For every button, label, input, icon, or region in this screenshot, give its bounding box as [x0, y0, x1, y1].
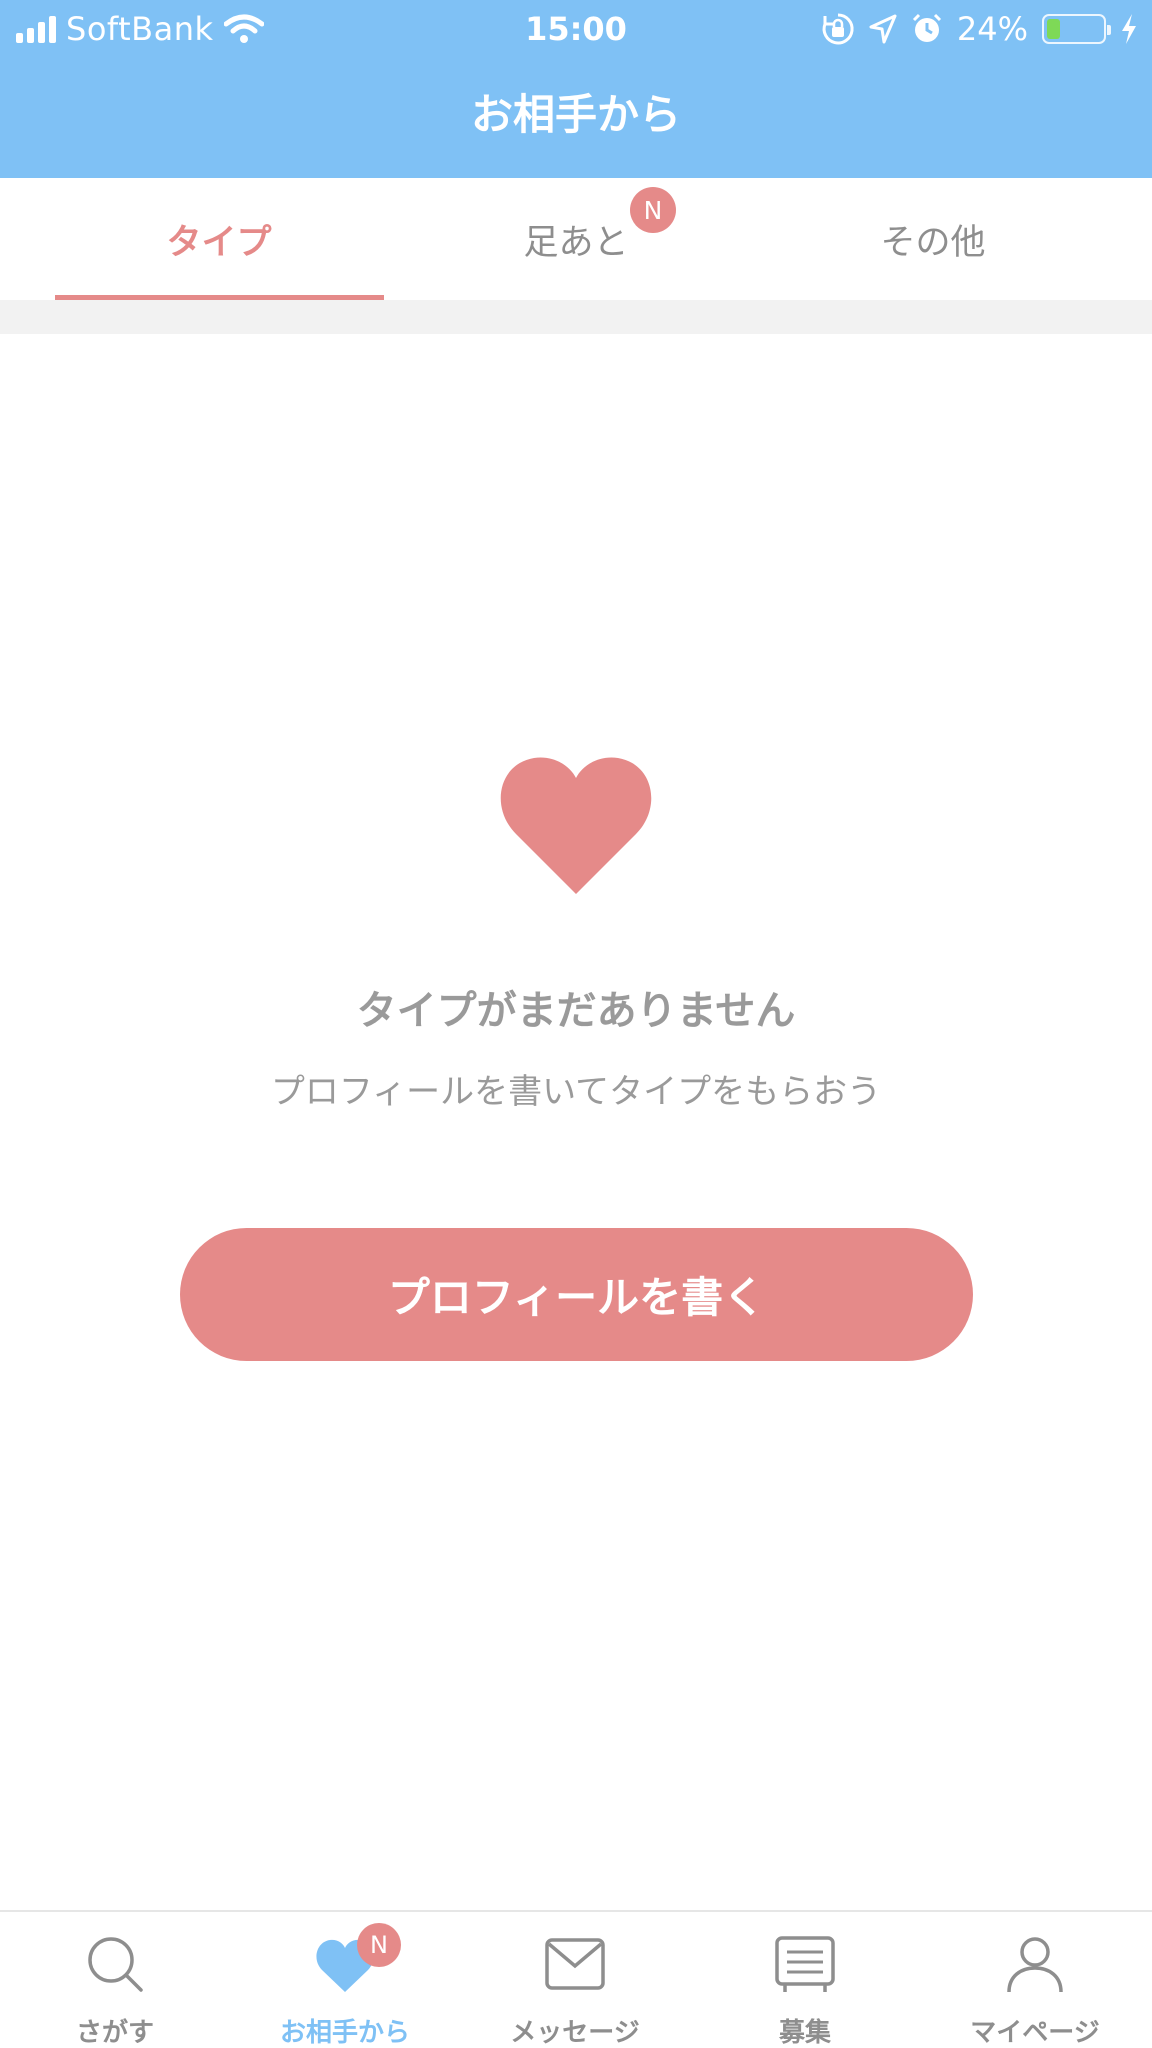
board-icon — [775, 1936, 835, 1992]
person-icon — [1007, 1937, 1063, 1993]
tab-label: タイプ — [166, 222, 272, 263]
new-badge: N — [357, 1923, 401, 1967]
tab-type[interactable]: タイプ — [27, 178, 411, 300]
tab-label: 足あと — [523, 222, 629, 263]
alarm-icon — [912, 13, 941, 42]
tabbar-item-from-partner[interactable]: お相手から — [230, 1912, 460, 2048]
tab-label: その他 — [880, 222, 986, 263]
segment-tabs: タイプ 足あと その他 — [0, 178, 1152, 300]
page-title: お相手から — [470, 90, 681, 139]
tabbar-item-search[interactable]: さがす — [0, 1912, 230, 2048]
app-header: SoftBank 15:00 24% お相手から — [0, 0, 1152, 178]
status-bar: SoftBank 15:00 24% — [0, 0, 1152, 58]
tabbar-item-mypage[interactable]: マイページ — [920, 1912, 1150, 2048]
section-divider — [0, 300, 1152, 334]
empty-state-subtitle: プロフィールを書いてタイプをもらおう — [270, 1072, 882, 1112]
bottom-tab-bar: さがす お相手から メッセージ 募集 マイページ — [0, 1910, 1152, 2048]
tabbar-item-recruit[interactable]: 募集 — [690, 1912, 920, 2048]
tabbar-label: マイページ — [970, 2018, 1100, 2048]
charging-icon — [1122, 14, 1136, 44]
tabbar-label: さがす — [75, 2018, 154, 2048]
write-profile-button[interactable]: プロフィールを書く — [180, 1228, 973, 1361]
new-badge: N — [630, 187, 676, 233]
battery-percent: 24% — [956, 10, 1028, 48]
tabbar-item-messages[interactable]: メッセージ — [460, 1912, 690, 2048]
rotation-lock-icon — [822, 13, 854, 45]
tab-footprints[interactable]: 足あと — [384, 178, 768, 300]
empty-state-title: タイプがまだありません — [356, 988, 796, 1034]
location-icon — [869, 14, 897, 44]
tabbar-label: お相手から — [279, 2018, 410, 2048]
envelope-icon — [545, 1938, 605, 1990]
heart-icon — [500, 757, 652, 894]
tabbar-label: 募集 — [778, 2018, 831, 2048]
tab-other[interactable]: その他 — [741, 178, 1125, 300]
search-icon — [88, 1937, 143, 1992]
tabbar-label: メッセージ — [510, 2018, 640, 2048]
battery-fill — [1047, 19, 1060, 39]
battery-icon — [1042, 14, 1111, 44]
